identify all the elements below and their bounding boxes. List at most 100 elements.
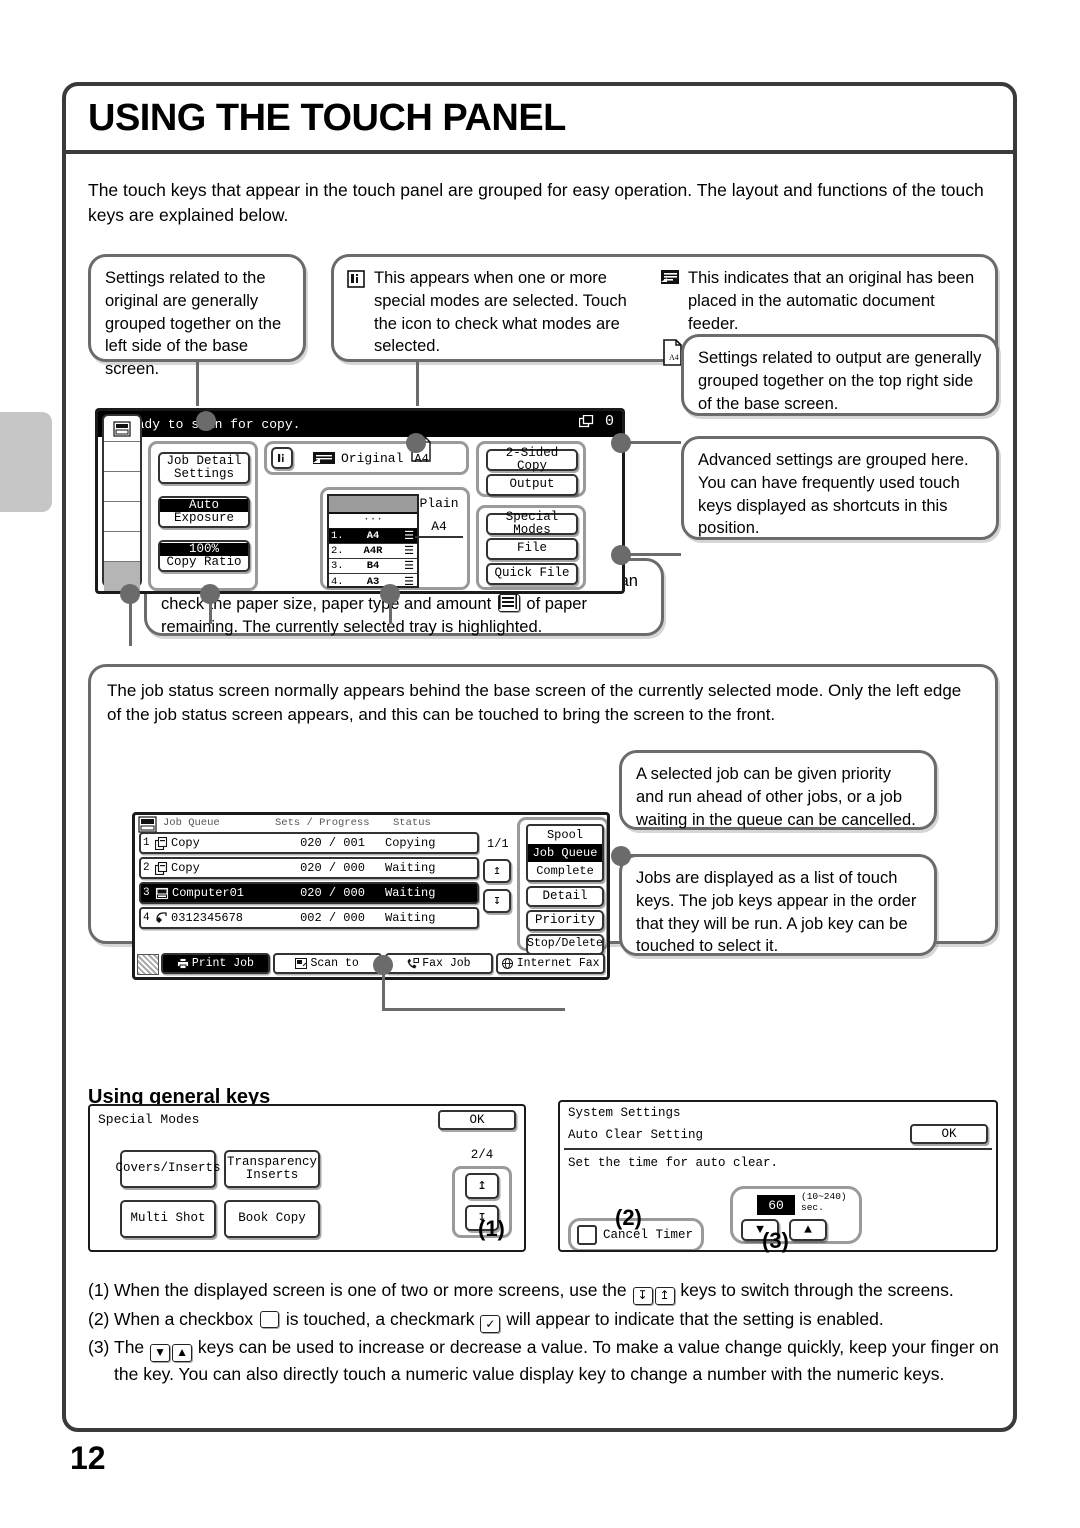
two-sided-copy-key[interactable]: 2-Sided Copy xyxy=(486,446,578,473)
complete-option[interactable]: Complete xyxy=(528,862,602,880)
value-up-icon: ▲ xyxy=(172,1343,193,1362)
special-modes-icon xyxy=(346,269,366,385)
cancel-timer-checkbox[interactable] xyxy=(577,1225,597,1245)
copy-ratio-key[interactable]: 100% Copy Ratio xyxy=(158,540,250,572)
value-up-key[interactable]: ▲ xyxy=(789,1219,827,1241)
scroll-down-key[interactable]: ↧ xyxy=(483,889,511,913)
connector xyxy=(382,1008,565,1011)
tray-row[interactable]: 1. A4 ☰ xyxy=(329,529,417,544)
scanner-icon xyxy=(295,957,308,969)
table-row-selected[interactable]: 3 Computer01 020 / 000 Waiting xyxy=(139,882,479,904)
copy-icon xyxy=(155,836,168,850)
machine-icon xyxy=(104,416,140,442)
special-modes-grid: Covers/Inserts Transparency Inserts Mult… xyxy=(115,1150,430,1252)
table-row[interactable]: 1 Copy 020 / 001 Copying xyxy=(139,832,479,854)
quick-file-key[interactable]: Quick File xyxy=(486,563,578,585)
callout-advanced-settings: Advanced settings are grouped here. You … xyxy=(681,436,999,540)
tab-copy-key[interactable]: Tab Copy xyxy=(120,1250,216,1252)
callout-job-list-keys: Jobs are displayed as a list of touch ke… xyxy=(619,854,937,956)
value-display-key[interactable]: 60 xyxy=(757,1195,795,1215)
divider xyxy=(564,1148,992,1150)
tray-row[interactable]: 3. B4 ☰ xyxy=(329,559,417,574)
special-modes-panel[interactable]: Special Modes OK Covers/Inserts Transpar… xyxy=(88,1104,526,1252)
tray-row[interactable]: 4. A3 ☰ xyxy=(329,574,417,589)
spool-option[interactable]: Spool xyxy=(528,826,602,844)
copy-stack-icon xyxy=(578,415,595,428)
intro-paragraph: The touch keys that appear in the touch … xyxy=(88,180,984,226)
priority-key[interactable]: Priority xyxy=(526,910,604,931)
detail-key[interactable]: Detail xyxy=(526,886,604,907)
callout-output-settings: Settings related to output are generally… xyxy=(681,334,999,416)
feeder-indicator-icon xyxy=(313,452,335,464)
note-item: (1) When the displayed screen is one of … xyxy=(88,1278,1003,1305)
scroll-up-key[interactable]: ↥ xyxy=(483,859,511,883)
multi-shot-key[interactable]: Multi Shot xyxy=(120,1200,216,1238)
panel-hint: Set the time for auto clear. xyxy=(568,1156,779,1170)
special-modes-indicator-icon[interactable] xyxy=(271,447,293,469)
marker-1: (1) xyxy=(478,1216,505,1241)
connector xyxy=(621,441,681,444)
paper-type: Plain xyxy=(419,496,459,511)
job-status-screen[interactable]: Job Queue Sets / Progress Status 1 Copy … xyxy=(132,812,610,980)
transparency-inserts-key[interactable]: Transparency Inserts xyxy=(224,1150,320,1188)
tray-cell[interactable] xyxy=(104,472,140,502)
job-queue-option[interactable]: Job Queue xyxy=(528,844,602,862)
job-detail-settings-key[interactable]: Job Detail Settings xyxy=(158,452,250,484)
special-modes-key[interactable]: Special Modes xyxy=(486,510,578,537)
output-key[interactable]: Output xyxy=(486,474,578,496)
note-item: (3) The ▼ ▲ keys can be used to increase … xyxy=(88,1337,999,1384)
tab-print-job[interactable]: Print Job xyxy=(161,952,270,974)
paper-amount-icon: ☰ xyxy=(404,561,414,573)
card-shot-key[interactable]: Card Shot xyxy=(224,1250,320,1252)
value-down-icon: ▼ xyxy=(150,1343,171,1362)
connector xyxy=(209,594,212,624)
copy-icon xyxy=(155,861,168,875)
callout-left-original: Settings related to the original are gen… xyxy=(88,254,306,378)
job-queue-list: 1 Copy 020 / 001 Copying 2 Copy 020 / 00… xyxy=(139,832,479,932)
original-info-bar: Original A4 xyxy=(264,436,469,475)
page-number: 12 xyxy=(70,1440,106,1476)
panel-title: Special Modes xyxy=(98,1112,200,1127)
page-title: USING THE TOUCH PANEL xyxy=(88,96,566,139)
paper-tray-display[interactable]: ··· 1. A4 ☰ 2. A4R ☰ 3. B4 ☰ 4. A3 ☰ Pla… xyxy=(320,487,470,590)
connector xyxy=(382,965,385,1010)
ok-button[interactable]: OK xyxy=(910,1124,988,1144)
svg-text:A4: A4 xyxy=(669,353,679,362)
book-copy-key[interactable]: Book Copy xyxy=(224,1200,320,1238)
exposure-key[interactable]: Auto Exposure xyxy=(158,496,250,528)
connector xyxy=(416,362,419,406)
value-stepper: 60 (10~240) sec. ▼ ▲ xyxy=(730,1186,862,1244)
file-key[interactable]: File xyxy=(486,538,578,560)
table-row[interactable]: 2 Copy 020 / 000 Waiting xyxy=(139,857,479,879)
tabbar-hatch xyxy=(137,954,159,975)
tray-cell[interactable] xyxy=(104,502,140,532)
tray-cell[interactable] xyxy=(104,532,140,562)
page-title-bar: USING THE TOUCH PANEL xyxy=(66,86,1013,154)
panel-title: System Settings xyxy=(568,1106,681,1120)
paper-amount-icon xyxy=(497,593,520,612)
page-indicator: 1/1 xyxy=(487,837,509,851)
job-mode-selector[interactable]: Spool Job Queue Complete xyxy=(526,824,604,882)
copy-count: 0 xyxy=(604,413,614,430)
callout-priority-cancel: A selected job can be given priority and… xyxy=(619,750,937,830)
tab-internet-fax[interactable]: Internet Fax xyxy=(496,952,605,974)
table-row[interactable]: 4 0312345678 002 / 000 Waiting xyxy=(139,907,479,929)
tray-row[interactable]: 2. A4R ☰ xyxy=(329,544,417,559)
tab-scan-to[interactable]: Scan to xyxy=(272,952,382,974)
page-up-key[interactable]: ↥ xyxy=(465,1173,499,1199)
ok-button[interactable]: OK xyxy=(438,1110,516,1130)
page-indicator: 2/4 xyxy=(470,1148,494,1162)
checkbox-checked-icon: ✓ xyxy=(480,1315,501,1334)
covers-inserts-key[interactable]: Covers/Inserts xyxy=(115,1150,221,1188)
connector-dot xyxy=(406,433,426,453)
marker-3: (3) xyxy=(762,1228,789,1253)
tray-list[interactable]: ··· 1. A4 ☰ 2. A4R ☰ 3. B4 ☰ 4. A3 ☰ xyxy=(327,494,419,589)
document-feeder-icon xyxy=(660,269,680,335)
copy-base-screen[interactable]: Ready to scan for copy. 0 xyxy=(95,408,625,594)
tab-fax-job[interactable]: Fax Job xyxy=(384,952,494,974)
status-bar: Ready to scan for copy. 0 xyxy=(98,411,622,437)
tray-cell[interactable] xyxy=(104,442,140,472)
paper-tray-status-strip[interactable] xyxy=(102,414,142,591)
original-label: Original xyxy=(341,450,404,466)
paper-amount-icon: ☰ xyxy=(404,576,414,589)
